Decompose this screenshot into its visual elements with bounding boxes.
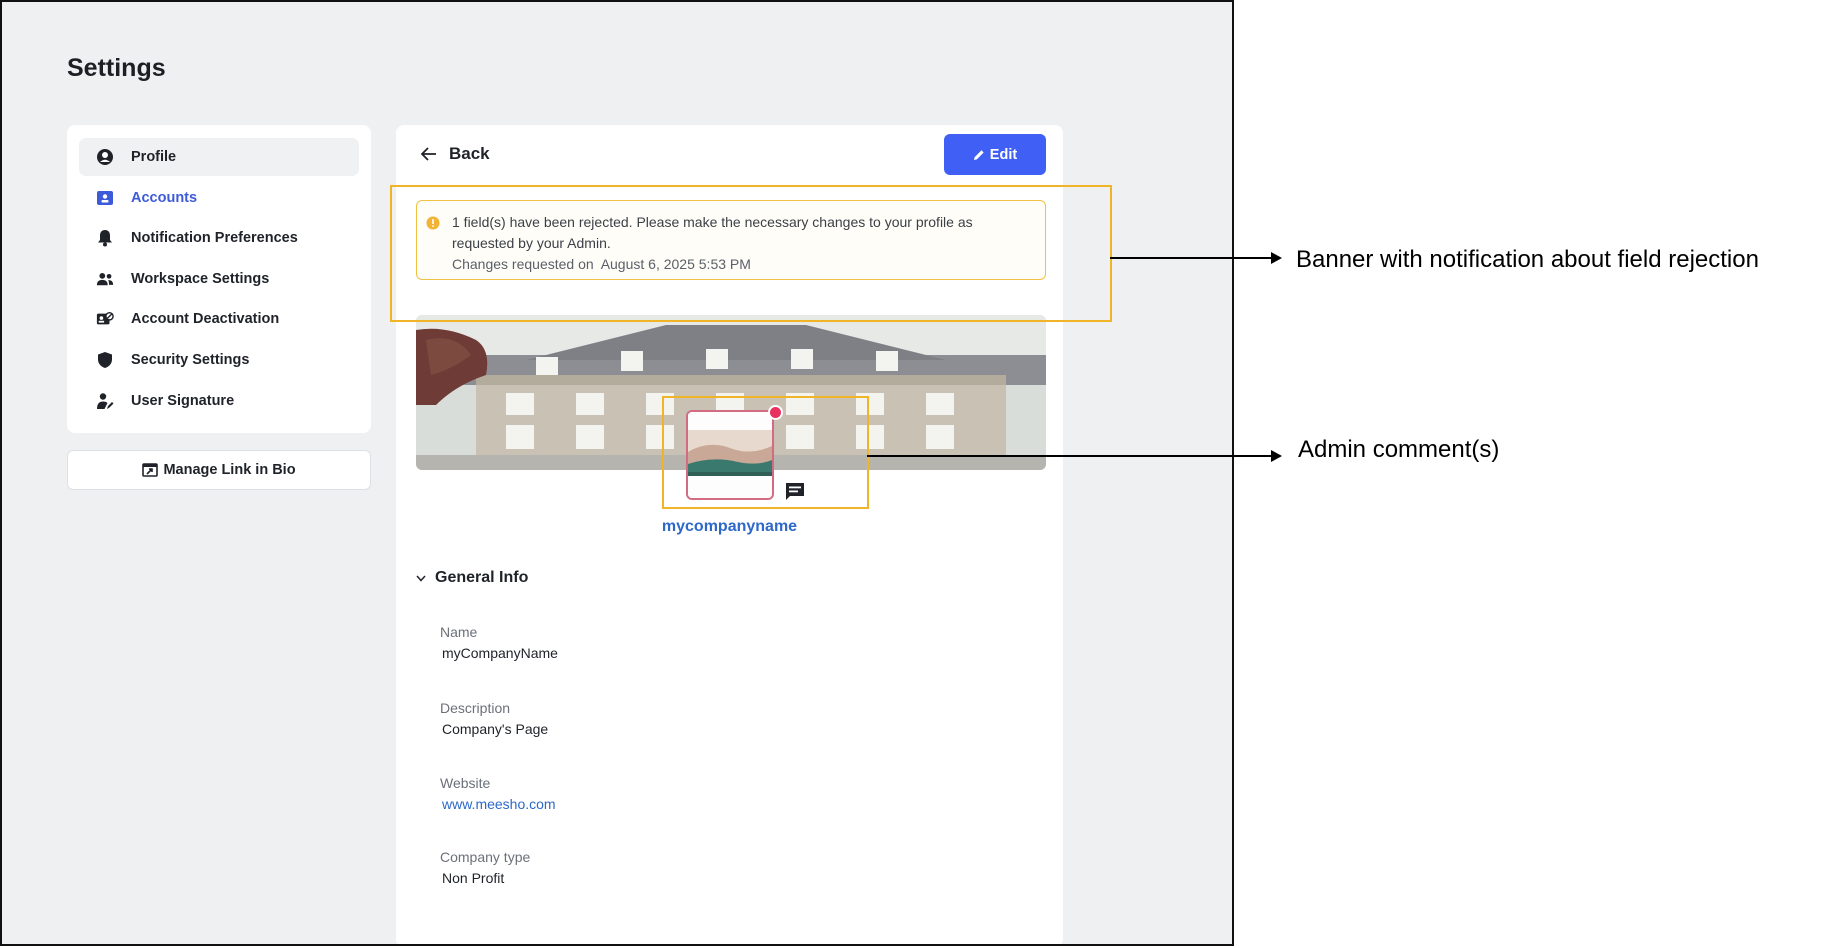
page-title: Settings xyxy=(67,54,166,82)
field-value-website[interactable]: www.meesho.com xyxy=(442,796,556,812)
sidebar-item-user-signature[interactable]: User Signature xyxy=(79,382,359,420)
field-label-name: Name xyxy=(440,624,478,640)
back-button[interactable]: Back xyxy=(421,144,490,164)
sidebar-item-label: Notification Preferences xyxy=(131,230,298,247)
section-title: General Info xyxy=(435,569,529,586)
comment-callout: Admin comment(s) xyxy=(1298,436,1500,463)
comment-arrowhead xyxy=(1271,450,1282,462)
bell-icon xyxy=(96,229,114,247)
settings-sidebar: Profile Accounts Notification Preference… xyxy=(67,125,371,433)
sidebar-item-label: Profile xyxy=(131,149,177,165)
banner-arrowhead xyxy=(1271,252,1282,264)
pencil-icon xyxy=(973,149,985,161)
sidebar-item-security-settings[interactable]: Security Settings xyxy=(79,341,359,379)
sidebar-item-label: Account Deactivation xyxy=(131,311,280,328)
sidebar-item-account-deactivation[interactable]: Account Deactivation xyxy=(79,300,359,338)
users-icon xyxy=(96,270,114,288)
chevron-down-icon xyxy=(416,575,426,582)
sidebar-item-label: Accounts xyxy=(131,189,198,206)
manage-link-in-bio-button[interactable]: Manage Link in Bio xyxy=(67,450,371,490)
banner-arrow xyxy=(1110,257,1273,259)
banner-callout: Banner with notification about field rej… xyxy=(1296,246,1759,273)
shield-icon xyxy=(96,351,114,369)
sidebar-item-label: Workspace Settings xyxy=(131,270,270,287)
sidebar-item-accounts[interactable]: Accounts xyxy=(79,179,359,217)
sidebar-item-workspace-settings[interactable]: Workspace Settings xyxy=(79,260,359,298)
field-value-description: Company's Page xyxy=(442,721,549,737)
field-value-name: myCompanyName xyxy=(442,645,558,661)
edit-label: Edit xyxy=(989,146,1018,163)
sidebar-item-notification-preferences[interactable]: Notification Preferences xyxy=(79,219,359,257)
comment-arrow xyxy=(867,455,1273,457)
sidebar-item-label: Security Settings xyxy=(131,351,250,368)
user-circle-icon xyxy=(96,148,114,166)
arrow-left-icon xyxy=(421,147,437,161)
manage-link-label: Manage Link in Bio xyxy=(163,462,296,478)
field-label-website: Website xyxy=(440,775,491,791)
field-label-description: Description xyxy=(440,700,511,716)
user-pen-icon xyxy=(96,392,114,410)
sidebar-item-label: User Signature xyxy=(131,392,235,409)
id-card-icon xyxy=(96,189,114,207)
external-link-icon xyxy=(142,463,159,477)
company-handle[interactable]: mycompanyname xyxy=(396,518,1063,536)
banner-highlight-box xyxy=(390,185,1112,322)
back-label: Back xyxy=(449,144,490,163)
comment-highlight-box xyxy=(662,396,869,509)
app-window: Settings Profile Accounts Notification P… xyxy=(0,0,1234,946)
sidebar-item-profile[interactable]: Profile xyxy=(79,138,359,176)
account-block-icon xyxy=(96,310,114,328)
general-info-section-toggle[interactable]: General Info xyxy=(416,569,528,587)
edit-button[interactable]: Edit xyxy=(944,134,1046,175)
field-label-company-type: Company type xyxy=(440,849,531,865)
field-value-company-type: Non Profit xyxy=(442,870,505,886)
